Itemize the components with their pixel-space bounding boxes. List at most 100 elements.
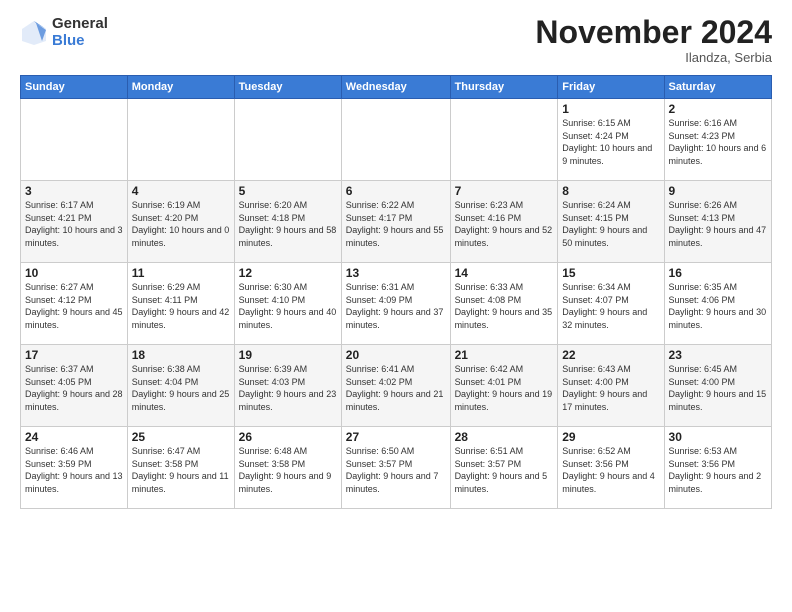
day-number: 12 [239, 266, 337, 280]
day-info: Sunrise: 6:35 AM Sunset: 4:06 PM Dayligh… [669, 281, 767, 331]
weekday-header-friday: Friday [558, 76, 664, 99]
calendar-table: SundayMondayTuesdayWednesdayThursdayFrid… [20, 75, 772, 509]
day-number: 19 [239, 348, 337, 362]
calendar-cell: 25Sunrise: 6:47 AM Sunset: 3:58 PM Dayli… [127, 427, 234, 509]
day-number: 21 [455, 348, 554, 362]
page: General Blue November 2024 Ilandza, Serb… [0, 0, 792, 612]
day-info: Sunrise: 6:48 AM Sunset: 3:58 PM Dayligh… [239, 445, 337, 495]
calendar-cell: 13Sunrise: 6:31 AM Sunset: 4:09 PM Dayli… [341, 263, 450, 345]
day-info: Sunrise: 6:47 AM Sunset: 3:58 PM Dayligh… [132, 445, 230, 495]
day-number: 23 [669, 348, 767, 362]
weekday-header-sunday: Sunday [21, 76, 128, 99]
logo: General Blue [20, 16, 108, 49]
day-info: Sunrise: 6:39 AM Sunset: 4:03 PM Dayligh… [239, 363, 337, 413]
calendar-cell: 24Sunrise: 6:46 AM Sunset: 3:59 PM Dayli… [21, 427, 128, 509]
day-number: 14 [455, 266, 554, 280]
day-number: 15 [562, 266, 659, 280]
day-number: 6 [346, 184, 446, 198]
calendar-cell: 8Sunrise: 6:24 AM Sunset: 4:15 PM Daylig… [558, 181, 664, 263]
calendar-cell [21, 99, 128, 181]
calendar-cell: 23Sunrise: 6:45 AM Sunset: 4:00 PM Dayli… [664, 345, 771, 427]
weekday-header-saturday: Saturday [664, 76, 771, 99]
title-block: November 2024 Ilandza, Serbia [535, 16, 772, 65]
calendar-cell: 7Sunrise: 6:23 AM Sunset: 4:16 PM Daylig… [450, 181, 558, 263]
weekday-header-tuesday: Tuesday [234, 76, 341, 99]
day-info: Sunrise: 6:51 AM Sunset: 3:57 PM Dayligh… [455, 445, 554, 495]
day-number: 7 [455, 184, 554, 198]
calendar-cell: 21Sunrise: 6:42 AM Sunset: 4:01 PM Dayli… [450, 345, 558, 427]
day-info: Sunrise: 6:37 AM Sunset: 4:05 PM Dayligh… [25, 363, 123, 413]
day-number: 13 [346, 266, 446, 280]
calendar-body: 1Sunrise: 6:15 AM Sunset: 4:24 PM Daylig… [21, 99, 772, 509]
calendar-cell: 27Sunrise: 6:50 AM Sunset: 3:57 PM Dayli… [341, 427, 450, 509]
calendar-cell [127, 99, 234, 181]
day-number: 26 [239, 430, 337, 444]
calendar-week-4: 17Sunrise: 6:37 AM Sunset: 4:05 PM Dayli… [21, 345, 772, 427]
day-info: Sunrise: 6:45 AM Sunset: 4:00 PM Dayligh… [669, 363, 767, 413]
day-number: 4 [132, 184, 230, 198]
calendar-cell: 29Sunrise: 6:52 AM Sunset: 3:56 PM Dayli… [558, 427, 664, 509]
day-number: 30 [669, 430, 767, 444]
calendar-cell: 12Sunrise: 6:30 AM Sunset: 4:10 PM Dayli… [234, 263, 341, 345]
day-number: 17 [25, 348, 123, 362]
calendar-cell [450, 99, 558, 181]
day-number: 10 [25, 266, 123, 280]
day-info: Sunrise: 6:17 AM Sunset: 4:21 PM Dayligh… [25, 199, 123, 249]
day-info: Sunrise: 6:52 AM Sunset: 3:56 PM Dayligh… [562, 445, 659, 495]
calendar-week-2: 3Sunrise: 6:17 AM Sunset: 4:21 PM Daylig… [21, 181, 772, 263]
day-info: Sunrise: 6:22 AM Sunset: 4:17 PM Dayligh… [346, 199, 446, 249]
day-info: Sunrise: 6:46 AM Sunset: 3:59 PM Dayligh… [25, 445, 123, 495]
calendar-cell: 28Sunrise: 6:51 AM Sunset: 3:57 PM Dayli… [450, 427, 558, 509]
location-subtitle: Ilandza, Serbia [535, 50, 772, 65]
day-info: Sunrise: 6:33 AM Sunset: 4:08 PM Dayligh… [455, 281, 554, 331]
calendar-cell: 10Sunrise: 6:27 AM Sunset: 4:12 PM Dayli… [21, 263, 128, 345]
calendar-week-3: 10Sunrise: 6:27 AM Sunset: 4:12 PM Dayli… [21, 263, 772, 345]
calendar-cell: 4Sunrise: 6:19 AM Sunset: 4:20 PM Daylig… [127, 181, 234, 263]
day-info: Sunrise: 6:38 AM Sunset: 4:04 PM Dayligh… [132, 363, 230, 413]
day-number: 1 [562, 102, 659, 116]
calendar-cell [341, 99, 450, 181]
calendar-cell: 3Sunrise: 6:17 AM Sunset: 4:21 PM Daylig… [21, 181, 128, 263]
calendar-cell: 11Sunrise: 6:29 AM Sunset: 4:11 PM Dayli… [127, 263, 234, 345]
day-info: Sunrise: 6:41 AM Sunset: 4:02 PM Dayligh… [346, 363, 446, 413]
month-title: November 2024 [535, 16, 772, 48]
day-number: 20 [346, 348, 446, 362]
day-info: Sunrise: 6:43 AM Sunset: 4:00 PM Dayligh… [562, 363, 659, 413]
day-number: 3 [25, 184, 123, 198]
day-info: Sunrise: 6:23 AM Sunset: 4:16 PM Dayligh… [455, 199, 554, 249]
logo-icon [20, 19, 48, 47]
day-info: Sunrise: 6:29 AM Sunset: 4:11 PM Dayligh… [132, 281, 230, 331]
calendar-cell: 22Sunrise: 6:43 AM Sunset: 4:00 PM Dayli… [558, 345, 664, 427]
day-info: Sunrise: 6:15 AM Sunset: 4:24 PM Dayligh… [562, 117, 659, 167]
day-number: 25 [132, 430, 230, 444]
weekday-header-row: SundayMondayTuesdayWednesdayThursdayFrid… [21, 76, 772, 99]
weekday-header-wednesday: Wednesday [341, 76, 450, 99]
day-info: Sunrise: 6:30 AM Sunset: 4:10 PM Dayligh… [239, 281, 337, 331]
day-number: 9 [669, 184, 767, 198]
calendar-week-1: 1Sunrise: 6:15 AM Sunset: 4:24 PM Daylig… [21, 99, 772, 181]
calendar-cell: 1Sunrise: 6:15 AM Sunset: 4:24 PM Daylig… [558, 99, 664, 181]
day-number: 27 [346, 430, 446, 444]
day-info: Sunrise: 6:53 AM Sunset: 3:56 PM Dayligh… [669, 445, 767, 495]
day-number: 24 [25, 430, 123, 444]
calendar-cell: 2Sunrise: 6:16 AM Sunset: 4:23 PM Daylig… [664, 99, 771, 181]
day-number: 22 [562, 348, 659, 362]
day-number: 2 [669, 102, 767, 116]
calendar-cell: 15Sunrise: 6:34 AM Sunset: 4:07 PM Dayli… [558, 263, 664, 345]
day-info: Sunrise: 6:42 AM Sunset: 4:01 PM Dayligh… [455, 363, 554, 413]
day-info: Sunrise: 6:26 AM Sunset: 4:13 PM Dayligh… [669, 199, 767, 249]
day-info: Sunrise: 6:20 AM Sunset: 4:18 PM Dayligh… [239, 199, 337, 249]
calendar-cell: 26Sunrise: 6:48 AM Sunset: 3:58 PM Dayli… [234, 427, 341, 509]
logo-blue-text: Blue [52, 33, 108, 50]
day-number: 16 [669, 266, 767, 280]
day-number: 18 [132, 348, 230, 362]
weekday-header-thursday: Thursday [450, 76, 558, 99]
calendar-cell: 9Sunrise: 6:26 AM Sunset: 4:13 PM Daylig… [664, 181, 771, 263]
day-info: Sunrise: 6:24 AM Sunset: 4:15 PM Dayligh… [562, 199, 659, 249]
day-number: 28 [455, 430, 554, 444]
calendar-cell: 30Sunrise: 6:53 AM Sunset: 3:56 PM Dayli… [664, 427, 771, 509]
calendar-cell [234, 99, 341, 181]
day-info: Sunrise: 6:50 AM Sunset: 3:57 PM Dayligh… [346, 445, 446, 495]
calendar-cell: 14Sunrise: 6:33 AM Sunset: 4:08 PM Dayli… [450, 263, 558, 345]
calendar-cell: 20Sunrise: 6:41 AM Sunset: 4:02 PM Dayli… [341, 345, 450, 427]
